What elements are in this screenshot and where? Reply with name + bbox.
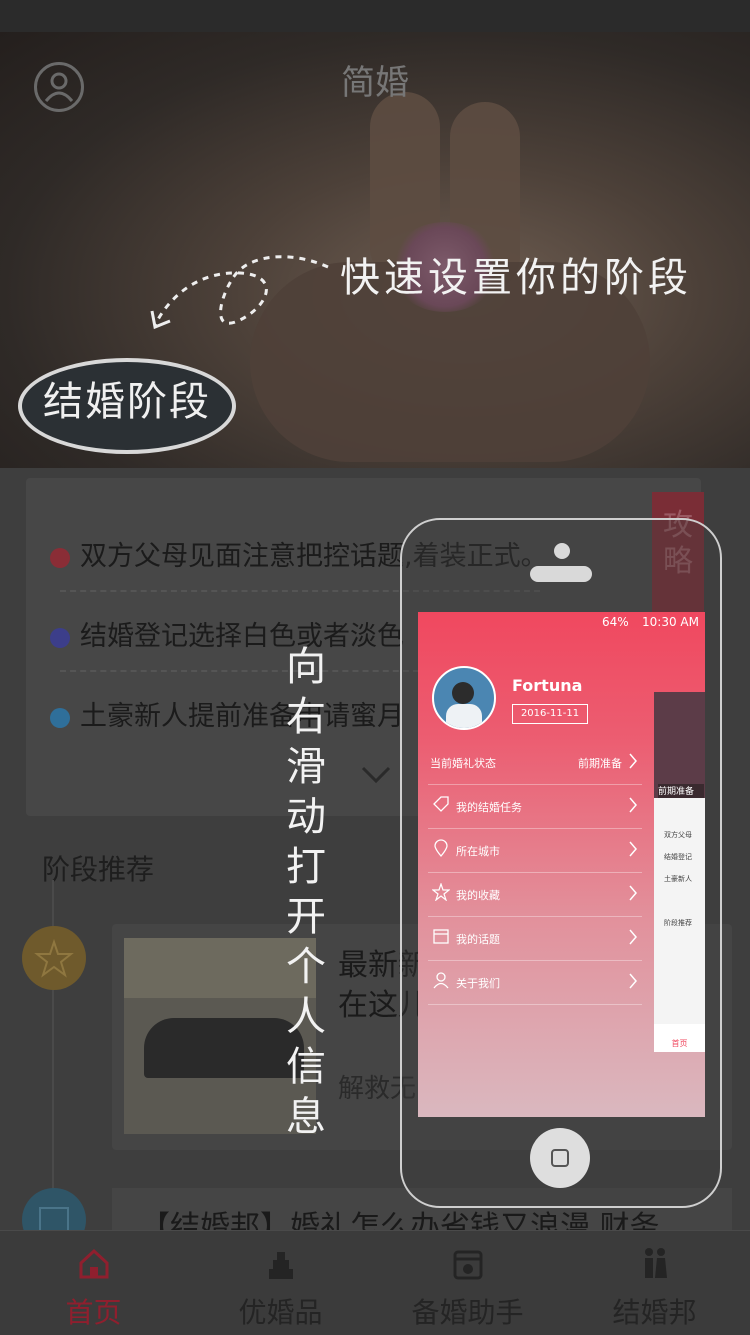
drawer-preview-screen: 64% 10:30 AM Fortuna 2016-11-11 当前婚礼状态 前… [418,612,705,1117]
person-icon [433,972,449,989]
tip-dot-icon [50,627,70,648]
wedding-status-value: 前期准备 [578,757,622,770]
chevron-right-icon [629,753,637,769]
tab-label: 首页 [65,1296,122,1329]
phone-camera [554,543,570,559]
tip-dot-icon [50,547,70,568]
peek-tip: 双方父母 [664,831,692,839]
peek-tabbar: 首页 [654,1024,705,1052]
main-screen-peek: 前期准备 双方父母 结婚登记 土豪新人 阶段推荐 首页 [654,692,705,1052]
wedding-status-label: 当前婚礼状态 [430,757,496,770]
swipe-hint-text: 向右滑动打开个人信息 [286,644,326,1140]
phone-speaker [530,566,592,582]
chevron-right-icon [629,841,637,857]
chevron-right-icon [629,885,637,901]
mini-battery: 64% [602,615,629,629]
tab-community[interactable]: 结婚邦 [561,1231,748,1335]
app-title: 简婚 [341,63,409,103]
peek-hero [654,692,705,798]
menu-item-tasks[interactable]: 我的结婚任务 [428,784,642,829]
home-icon [79,1248,109,1279]
tab-label: 结婚邦 [612,1296,697,1329]
menu-label: 所在城市 [456,845,500,858]
mini-status-bar: 64% 10:30 AM [418,612,705,632]
peek-tip: 土豪新人 [664,875,692,883]
tab-assistant[interactable]: 备婚助手 [374,1231,561,1335]
tab-home[interactable]: 首页 [0,1231,187,1335]
tab-bar: 首页 优婚品 备婚助手 结婚邦 [0,1230,750,1335]
chevron-right-icon [629,973,637,989]
chevron-right-icon [629,797,637,813]
status-bar [0,0,750,32]
star-icon [432,883,450,901]
tip-dot-icon [50,707,70,728]
couple-icon [645,1248,667,1278]
mailbox-illustration [144,1018,304,1078]
calendar-icon [433,929,449,944]
section-title: 阶段推荐 [42,853,155,886]
peek-tip: 结婚登记 [664,853,692,861]
home-square-icon [551,1149,569,1167]
tip-text: 结婚登记选择白色或者淡色 [80,621,404,652]
avatar-body [446,704,482,728]
user-name: Fortuna [512,676,583,695]
chevron-right-icon [629,929,637,945]
cake-icon [269,1252,293,1279]
menu-label: 我的结婚任务 [456,801,522,814]
menu-label: 我的收藏 [456,889,500,902]
tab-products[interactable]: 优婚品 [187,1231,374,1335]
avatar [432,666,496,730]
avatar-head [452,682,474,704]
tip-text: 土豪新人提前准备申请蜜月 [80,701,404,732]
stage-hint-text: 快速设置你的阶段 [340,255,692,301]
menu-label: 关于我们 [456,977,500,990]
mini-time: 10:30 AM [642,615,699,629]
chevron-down-icon[interactable] [360,762,392,786]
stage-button[interactable]: 结婚阶段 [18,358,236,454]
peek-stage-tag: 前期准备 [658,784,704,798]
tab-label: 优婚品 [238,1296,323,1329]
peek-tab-label: 首页 [671,1039,688,1048]
dashed-arrow-icon [150,255,329,330]
location-icon [434,839,448,857]
tag-icon [433,796,449,812]
wedding-status-row[interactable]: 当前婚礼状态 前期准备 [428,740,642,785]
calendar-icon [453,1250,483,1280]
user-date: 2016-11-11 [512,704,588,724]
tip-item[interactable]: 结婚登记选择白色或者淡色 [50,614,404,653]
menu-item-about[interactable]: 关于我们 [428,960,642,1005]
peek-section: 阶段推荐 [664,919,692,927]
tab-label: 备婚助手 [411,1296,524,1329]
tip-item[interactable]: 土豪新人提前准备申请蜜月 [50,694,404,733]
menu-label: 我的话题 [456,933,500,946]
menu-item-favorites[interactable]: 我的收藏 [428,872,642,917]
timeline-star-icon [22,926,86,990]
menu-item-topics[interactable]: 我的话题 [428,916,642,961]
menu-item-city[interactable]: 所在城市 [428,828,642,873]
